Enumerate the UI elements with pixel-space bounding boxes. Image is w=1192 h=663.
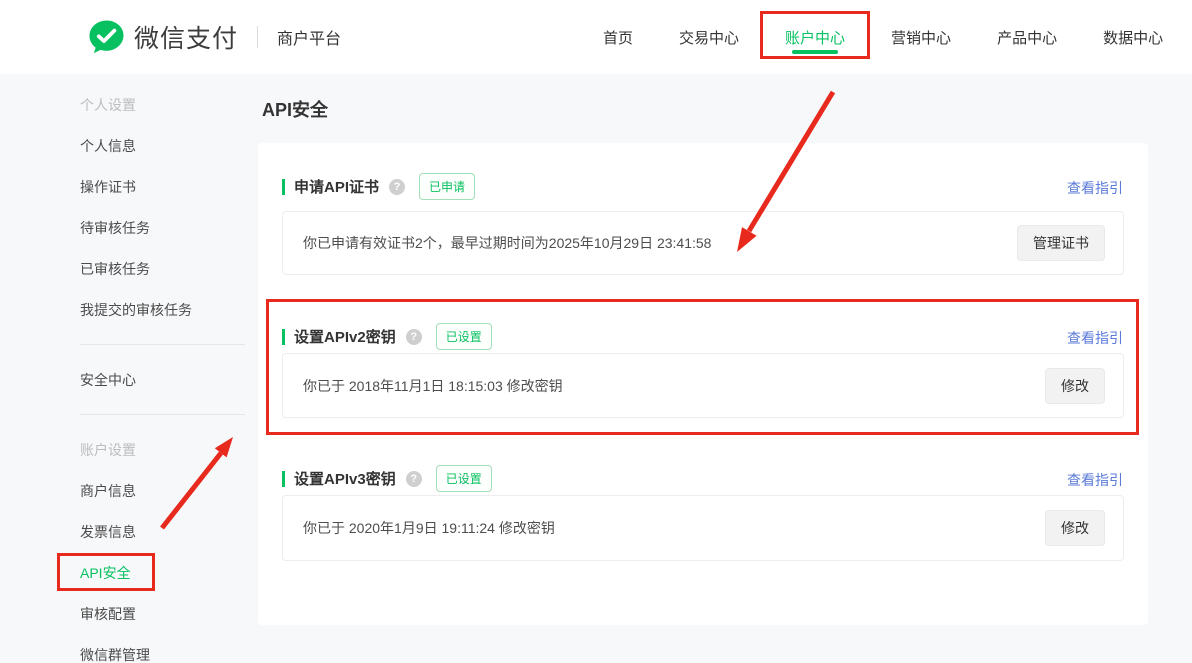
sidebar-item-reviewed-tasks[interactable]: 已审核任务 [0,248,258,289]
sidebar-item-api-security[interactable]: API安全 [0,552,258,593]
section-apiv3-key-header: 设置APIv3密钥 ? 已设置 [282,465,492,492]
sidebar-item-pending-review-tasks[interactable]: 待审核任务 [0,207,258,248]
nav-item-account-center[interactable]: 账户中心 [784,1,846,74]
section-api-certificate-title: 申请API证书 [294,176,379,197]
platform-subtitle: 商户平台 [277,25,341,49]
help-icon[interactable]: ? [389,179,405,195]
sidebar-item-my-submitted-review-tasks[interactable]: 我提交的审核任务 [0,289,258,330]
manage-certificate-button[interactable]: 管理证书 [1017,225,1105,261]
sidebar-divider [80,414,245,415]
logo-text: 微信支付 [134,19,238,55]
section-accent-bar [282,329,285,345]
nav-item-account-center-label: 账户中心 [785,30,845,47]
view-guide-link-apiv2[interactable]: 查看指引 [1067,328,1123,348]
sidebar-item-operation-certificate[interactable]: 操作证书 [0,166,258,207]
apiv3-key-info-box: 你已于 2020年1月9日 19:11:24 修改密钥 修改 [282,495,1124,561]
nav-item-marketing-center[interactable]: 营销中心 [890,1,952,74]
section-apiv2-key-title: 设置APIv2密钥 [294,326,396,347]
nav-item-product-center[interactable]: 产品中心 [996,1,1058,74]
api-certificate-message: 你已申请有效证书2个，最早过期时间为2025年10月29日 23:41:58 [303,233,711,253]
wechat-pay-merchant-page: 微信支付 商户平台 首页 交易中心 账户中心 营销中心 产品中心 数据中心 个人… [0,0,1192,663]
sidebar-section-personal-settings: 个人设置 [0,84,258,125]
nav-item-home[interactable]: 首页 [602,1,634,74]
sidebar-item-merchant-info[interactable]: 商户信息 [0,470,258,511]
nav-item-data-center[interactable]: 数据中心 [1102,1,1164,74]
section-accent-bar [282,471,285,487]
sidebar-item-wechat-group-management[interactable]: 微信群管理 [0,634,258,663]
sidebar-item-security-center[interactable]: 安全中心 [0,359,258,400]
api-security-card: 申请API证书 ? 已申请 查看指引 你已申请有效证书2个，最早过期时间为202… [258,143,1148,625]
sidebar-item-review-config[interactable]: 审核配置 [0,593,258,634]
active-nav-underline [792,50,838,54]
status-badge-set-v2: 已设置 [436,323,492,350]
wechat-pay-logo-icon [88,19,125,56]
nav-item-transaction-center[interactable]: 交易中心 [678,1,740,74]
logo-link[interactable]: 微信支付 商户平台 [88,0,341,74]
status-badge-set-v3: 已设置 [436,465,492,492]
sidebar-divider [80,344,245,345]
help-icon[interactable]: ? [406,329,422,345]
status-badge-applied: 已申请 [419,173,475,200]
section-apiv3-key-title: 设置APIv3密钥 [294,468,396,489]
modify-apiv2-key-button[interactable]: 修改 [1045,368,1105,404]
section-accent-bar [282,179,285,195]
section-apiv2-key-header: 设置APIv2密钥 ? 已设置 [282,323,492,350]
top-header: 微信支付 商户平台 首页 交易中心 账户中心 营销中心 产品中心 数据中心 [0,0,1192,74]
modify-apiv3-key-button[interactable]: 修改 [1045,510,1105,546]
apiv2-key-message: 你已于 2018年11月1日 18:15:03 修改密钥 [303,376,563,396]
apiv3-key-message: 你已于 2020年1月9日 19:11:24 修改密钥 [303,518,555,538]
sidebar-item-api-security-label: API安全 [80,563,131,583]
logo-divider [257,26,258,48]
page-title: API安全 [262,96,328,122]
view-guide-link-apiv3[interactable]: 查看指引 [1067,470,1123,490]
apiv2-key-info-box: 你已于 2018年11月1日 18:15:03 修改密钥 修改 [282,353,1124,418]
sidebar-item-invoice-info[interactable]: 发票信息 [0,511,258,552]
top-nav: 首页 交易中心 账户中心 营销中心 产品中心 数据中心 [602,0,1164,74]
sidebar-section-account-settings: 账户设置 [0,429,258,470]
help-icon[interactable]: ? [406,471,422,487]
sidebar: 个人设置 个人信息 操作证书 待审核任务 已审核任务 我提交的审核任务 安全中心… [0,74,258,663]
section-api-certificate-header: 申请API证书 ? 已申请 [282,173,475,200]
sidebar-item-personal-info[interactable]: 个人信息 [0,125,258,166]
api-certificate-info-box: 你已申请有效证书2个，最早过期时间为2025年10月29日 23:41:58 管… [282,211,1124,275]
view-guide-link-certificate[interactable]: 查看指引 [1067,178,1123,198]
